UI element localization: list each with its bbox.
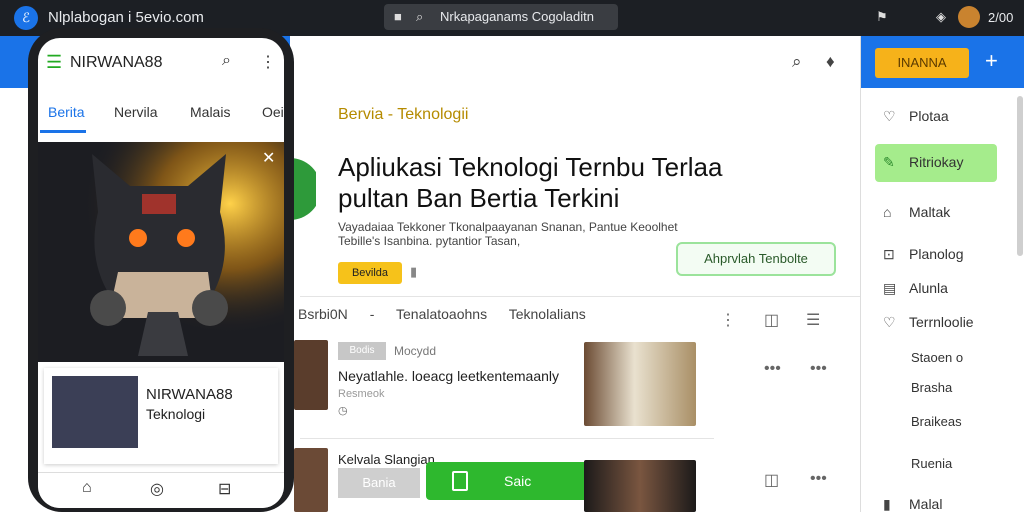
file-icon: ▮ [883,496,891,512]
thumb-icon[interactable]: ♦ [826,52,835,72]
card-subtitle: Teknologi [146,406,206,422]
phone-article-card[interactable]: NIRWANA88 Teknologi [44,368,278,464]
heart-icon: ♡ [883,314,896,330]
category-label[interactable]: Bervia - Teknologii [338,106,468,124]
sidebar-item-ritriokay[interactable]: ✎ Ritriokay [883,154,963,171]
row-thumbnail[interactable] [584,342,696,426]
flag-icon[interactable]: ⚑ [876,9,888,25]
tab-title: Nrkapaganams Cogoladitn [440,9,594,24]
hero-image[interactable]: ✕ [38,142,284,362]
plus-icon[interactable]: + [985,48,998,74]
close-icon[interactable]: ✕ [262,148,275,168]
home-icon: ⌂ [883,204,892,220]
list-icon[interactable]: ☰ [806,310,820,330]
scrollbar[interactable] [1017,96,1023,256]
tab-label[interactable]: Tenalatoaohns [396,306,487,322]
phone-tab-malais[interactable]: Malais [190,104,230,120]
sidebar-subitem[interactable]: Ruenia [911,456,952,471]
row-subtitle: Resmeok [338,388,385,400]
bookmark-icon[interactable]: ◫ [764,470,779,490]
divider [300,296,860,297]
mascot-illustration [38,142,284,362]
heart-icon: ♡ [883,108,896,124]
divider [300,438,714,439]
more-horizontal-icon[interactable]: ••• [810,470,827,488]
active-tab-indicator [40,130,86,133]
avatar[interactable] [958,6,980,28]
sidebar-subitem[interactable]: Staoen o [911,350,963,365]
shield-icon[interactable]: ◈ [936,9,946,25]
clock: 2/00 [988,10,1014,25]
search-icon[interactable]: ⌕ [792,52,802,72]
sidebar-item-maltak[interactable]: ⌂ Maltak [883,204,950,220]
save-button-label: Saic [504,473,532,489]
sidebar-subitem[interactable]: Braikeas [911,414,962,429]
sidebar-item-label: Terrnloolie [909,314,974,330]
sidebar-primary-button[interactable]: INANNA [875,48,969,78]
sidebar-header: INANNA + [861,36,1024,88]
sidebar-subitem[interactable]: Brasha [911,380,952,395]
search-icon: ⌕ [416,9,424,24]
phone-screen: ☰ NIRWANA88 ⌕ ⋮ Berita Nervila Malais Oe… [38,38,284,508]
clip-icon: ⊡ [883,246,895,262]
list-icon: ▤ [883,280,897,296]
bookmark-icon[interactable]: ◫ [764,310,779,330]
lock-icon: ■ [394,9,402,24]
window-tab[interactable]: ■ ⌕ Nrkapaganams Cogoladitn [384,4,618,30]
sidebar-item-label: Planolog [909,246,964,262]
site-url[interactable]: Nlplabogan i 5evio.com [48,9,204,26]
pencil-icon: ✎ [883,154,895,170]
phone-tab-nervila[interactable]: Nervila [114,104,158,120]
row-avatar[interactable] [294,340,328,410]
clock-icon: ◷ [338,405,348,417]
phone-tab-berita[interactable]: Berita [48,104,85,120]
subscribe-button[interactable]: Ahprvlah Tenbolte [676,242,836,276]
save-icon [452,471,468,491]
section-tabs: Bsrbi0N - Tenalatoaohns Teknolalians [298,306,604,322]
sidebar-item-plotaa[interactable]: ♡ Plotaa [883,108,949,125]
app-icon[interactable]: ℰ [14,6,38,30]
sidebar-item-planolog[interactable]: ⊡ Planolog [883,246,964,263]
row-tag[interactable]: Bodis [338,342,386,360]
sidebar: INANNA + ♡ Plotaa ✎ Ritriokay ⌂ Maltak ⊡ Pla… [860,36,1024,512]
sidebar-item-malal[interactable]: ▮ Malal [883,496,942,512]
sidebar-item-alunla[interactable]: ▤ Alunla [883,280,948,297]
tab-separator: - [369,306,375,322]
phone-bottom-nav: ⌂ ◎ ⊟ [38,472,284,508]
more-icon[interactable]: ⋮ [260,52,276,72]
row-title[interactable]: Kelvala Slangian [338,452,435,467]
sidebar-item-label: Malal [909,496,943,512]
article-description: Vayadaiaa Tekkoner Tkonalpaayanan Snanan… [338,220,678,248]
sidebar-item-label: Alunla [909,280,948,296]
phone-brand[interactable]: NIRWANA88 [70,54,162,72]
article-headline[interactable]: Apliukasi Teknologi Ternbu Terlaa pultan… [338,152,758,214]
phone-header: ☰ NIRWANA88 ⌕ ⋮ [38,38,284,88]
sidebar-item-terrnloolie[interactable]: ♡ Terrnloolie [883,314,974,331]
phone-tab-oeis[interactable]: Oeis [262,104,284,120]
circle-icon[interactable]: ◎ [150,479,164,499]
sidebar-item-label: Ritriokay [909,154,964,170]
home-icon[interactable]: ⌂ [82,479,92,497]
content-header: ⌕ ♦ [290,36,860,88]
card-thumbnail [52,376,138,448]
row-title[interactable]: Neyatlahle. loeacg leetkentemaanly [338,368,559,384]
tab-label[interactable]: Teknolalians [509,306,586,322]
window-icon[interactable]: ⊟ [218,479,231,499]
secondary-button[interactable]: Bania [338,468,420,498]
more-horizontal-icon[interactable]: ••• [810,360,827,378]
menu-icon[interactable]: ☰ [46,52,62,73]
row-thumbnail[interactable] [584,460,696,512]
more-horizontal-icon[interactable]: ••• [764,360,781,378]
category-badge[interactable]: Bevilda [338,262,402,284]
save-button[interactable]: Saic [426,462,588,500]
row-source: Mocydd [394,344,437,358]
sidebar-item-label: Plotaa [909,108,949,124]
sidebar-item-label: Maltak [909,204,951,220]
more-icon[interactable]: ⋮ [720,310,736,330]
row-avatar[interactable] [294,448,328,512]
card-title: NIRWANA88 [146,386,233,403]
tab-label[interactable]: Bsrbi0N [298,306,348,322]
search-icon[interactable]: ⌕ [222,52,231,70]
bookmark-icon[interactable]: ▮ [410,264,417,280]
